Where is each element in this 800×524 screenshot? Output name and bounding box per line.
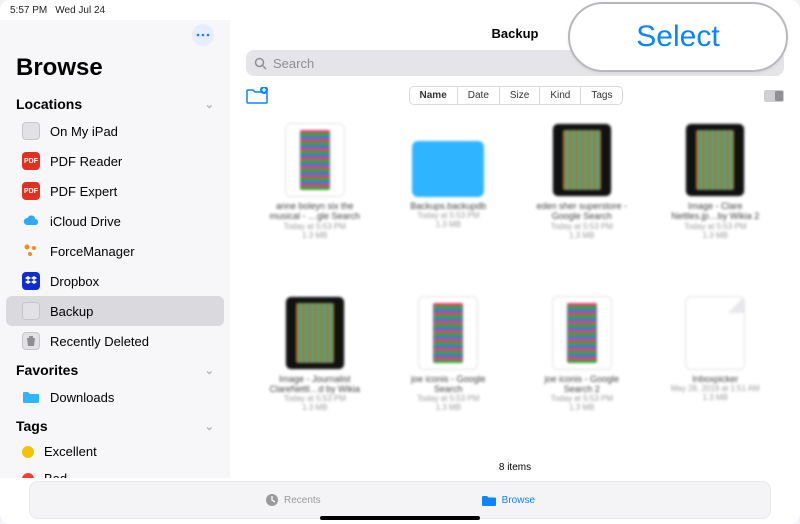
toolbar: Name Date Size Kind Tags [230,80,800,111]
sort-name[interactable]: Name [410,87,457,104]
tab-recents[interactable]: Recents [265,493,321,507]
sidebar-item-label: Recently Deleted [50,334,149,349]
file-item[interactable]: Image - Clare Nettles.jp…by Wikia 2Today… [651,123,781,284]
favorites-label: Favorites [16,362,78,378]
status-date: Wed Jul 24 [55,5,105,16]
file-item[interactable]: InboxpickerMay 28, 2019 at 1:51 AM1.3 MB [651,296,781,457]
sidebar-item-pdf-expert[interactable]: PDF PDF Expert [6,176,224,206]
locations-label: Locations [16,96,82,112]
sort-date[interactable]: Date [457,87,499,104]
sidebar-item-label: Dropbox [50,274,99,289]
sidebar-item-on-my-ipad[interactable]: On My iPad [6,116,224,146]
locations-header[interactable]: Locations ⌄ [0,90,230,116]
new-folder-button[interactable] [246,87,268,105]
chevron-down-icon: ⌄ [205,420,214,433]
main-row: Browse Locations ⌄ On My iPad PDF PDF Rea… [0,20,800,478]
trash-icon [22,332,40,350]
file-item[interactable]: joe iconis - Google Search 2Today at 5:5… [517,296,647,457]
sidebar-item-label: ForceManager [50,244,135,259]
sidebar-item-tag-excellent[interactable]: Excellent [6,438,224,465]
sort-segment[interactable]: Name Date Size Kind Tags [409,86,624,105]
sidebar-item-icloud-drive[interactable]: iCloud Drive [6,206,224,236]
sidebar-item-label: Bad [44,471,67,478]
file-item[interactable]: eden sher superstore - Google SearchToda… [517,123,647,284]
ipad-icon [22,122,40,140]
sidebar-item-dropbox[interactable]: Dropbox [6,266,224,296]
home-indicator[interactable] [320,516,480,520]
select-button-label: Select [636,20,719,54]
tabbar: Recents Browse [30,482,770,518]
file-grid: anne boleyn six the musical - …gle Searc… [230,111,800,460]
search-placeholder: Search [273,56,314,71]
tags-header[interactable]: Tags ⌄ [0,412,230,438]
tags-label: Tags [16,418,48,434]
sidebar-item-backup[interactable]: Backup [6,296,224,326]
favorites-header[interactable]: Favorites ⌄ [0,356,230,382]
sort-kind[interactable]: Kind [539,87,580,104]
sidebar: Browse Locations ⌄ On My iPad PDF PDF Rea… [0,20,230,478]
tag-dot-icon [22,446,34,458]
pdf-icon: PDF [22,152,40,170]
sidebar-item-label: Excellent [44,444,97,459]
chevron-down-icon: ⌄ [205,364,214,377]
sidebar-item-downloads[interactable]: Downloads [6,382,224,412]
new-folder-icon [246,87,268,105]
content-panel: Backup Search Name Date Size Kind Tags a… [230,20,800,478]
file-item[interactable]: Image - Journalist ClareNettl…d by Wikia… [250,296,380,457]
pdf-icon: PDF [22,182,40,200]
folder-icon [412,141,484,197]
sidebar-item-label: Backup [50,304,93,319]
search-icon [254,57,267,70]
sidebar-item-label: iCloud Drive [50,214,121,229]
file-item[interactable]: anne boleyn six the musical - …gle Searc… [250,123,380,284]
sidebar-item-tag-bad[interactable]: Bad [6,465,224,478]
status-time: 5:57 PM [10,5,47,16]
tab-browse[interactable]: Browse [481,494,535,507]
tag-dot-icon [22,473,34,479]
sort-size[interactable]: Size [499,87,539,104]
sidebar-item-label: PDF Reader [50,154,122,169]
ellipsis-icon [196,33,210,37]
browse-title: Browse [0,50,230,90]
file-item[interactable]: Backups.backupdbToday at 5:53 PM1.3 MB [384,123,514,284]
cloud-icon [22,212,40,230]
app-icon [22,242,40,260]
clock-icon [265,493,279,507]
sidebar-item-label: Downloads [50,390,114,405]
file-item[interactable]: joe iconis - Google SearchToday at 5:53 … [384,296,514,457]
view-toggle[interactable] [764,90,784,102]
sidebar-item-label: PDF Expert [50,184,117,199]
folder-icon [481,494,497,507]
sidebar-item-pdf-reader[interactable]: PDF PDF Reader [6,146,224,176]
more-options-button[interactable] [192,24,214,46]
item-count: 8 items [230,460,800,478]
folder-icon [22,388,40,406]
drive-icon [22,302,40,320]
select-callout[interactable]: Select [568,2,788,72]
sidebar-item-label: On My iPad [50,124,118,139]
chevron-down-icon: ⌄ [205,98,214,111]
sidebar-item-forcemanager[interactable]: ForceManager [6,236,224,266]
app-frame: 5:57 PM Wed Jul 24 Browse Locations ⌄ On… [0,0,800,524]
dropbox-icon [22,272,40,290]
sort-tags[interactable]: Tags [580,87,622,104]
sidebar-item-recently-deleted[interactable]: Recently Deleted [6,326,224,356]
